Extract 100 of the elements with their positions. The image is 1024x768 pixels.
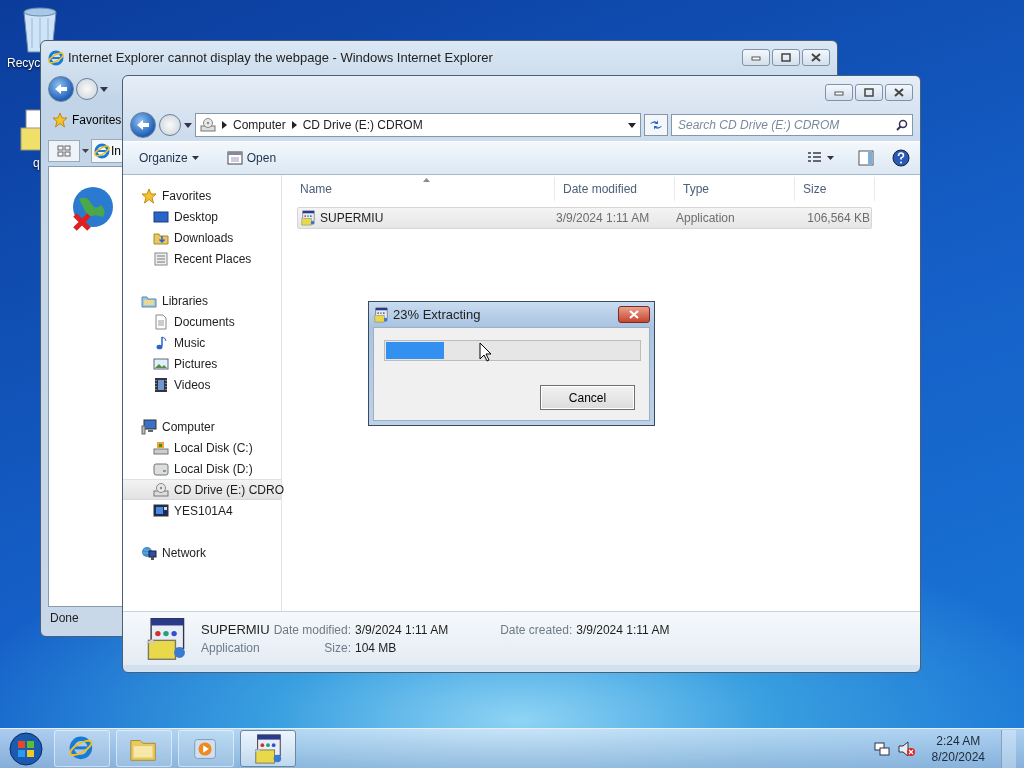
property-value: 3/9/2024 1:11 AM: [576, 622, 670, 637]
details-view-icon: [807, 151, 823, 165]
caret-icon: [191, 156, 199, 160]
favorites-button[interactable]: Favorites: [48, 112, 126, 128]
nav-item[interactable]: Downloads: [123, 227, 281, 248]
picture-icon: [153, 355, 169, 372]
back-button[interactable]: [130, 112, 156, 138]
start-orb-icon: [8, 730, 44, 767]
nav-item[interactable]: Network: [123, 542, 281, 563]
search-field[interactable]: Search CD Drive (E:) CDROM: [671, 114, 913, 136]
maximize-icon: [781, 53, 791, 62]
left-arrow-icon: [136, 119, 150, 131]
minimize-icon: [834, 89, 844, 96]
open-button[interactable]: Open: [220, 148, 283, 168]
minimize-icon: [751, 54, 761, 61]
forward-button[interactable]: [159, 114, 181, 136]
nav-item[interactable]: YES101A4: [123, 500, 281, 521]
caret-icon: [82, 149, 89, 153]
nav-item[interactable]: Music: [123, 332, 281, 353]
nav-item[interactable]: Desktop: [123, 206, 281, 227]
desktop-icon: [153, 208, 169, 225]
installer-icon: [373, 306, 389, 323]
address-bar[interactable]: Computer CD Drive (E:) CDROM: [195, 113, 641, 137]
minimize-button[interactable]: [825, 84, 853, 101]
file-type: Application: [201, 640, 261, 655]
close-button[interactable]: [885, 84, 913, 101]
minimize-button[interactable]: [742, 49, 770, 66]
browser-tab[interactable]: In: [91, 139, 124, 163]
display-icon: [153, 502, 169, 519]
column-header[interactable]: Type: [675, 177, 795, 201]
cursor-icon: [479, 342, 492, 362]
nav-item[interactable]: Videos: [123, 374, 281, 395]
clock-date[interactable]: 8/20/2024: [931, 748, 985, 765]
tab-list-button[interactable]: [48, 140, 80, 162]
nav-item[interactable]: Local Disk (D:): [123, 458, 281, 479]
back-button[interactable]: [48, 76, 74, 102]
star-icon: [52, 112, 68, 128]
chevron-icon: [291, 121, 297, 129]
nav-item[interactable]: Favorites: [123, 185, 281, 206]
nav-item[interactable]: Computer: [123, 416, 281, 437]
column-header[interactable]: Size: [795, 177, 875, 201]
property-value: 3/9/2024 1:11 AM: [355, 622, 449, 637]
muted-speaker-icon: [897, 740, 916, 757]
nav-item[interactable]: Recent Places: [123, 248, 281, 269]
close-icon: [811, 53, 821, 62]
installer-icon: [252, 732, 284, 765]
browser-logo-icon: [94, 143, 110, 159]
chevron-icon: [222, 121, 227, 129]
caret-icon: [100, 86, 108, 92]
document-icon: [153, 313, 169, 330]
close-button[interactable]: [802, 49, 830, 66]
refresh-icon: [649, 119, 663, 131]
organize-menu[interactable]: Organize: [133, 149, 205, 167]
nav-item[interactable]: Documents: [123, 311, 281, 332]
nav-item[interactable]: Libraries: [123, 290, 281, 311]
nav-item[interactable]: Local Disk (C:): [123, 437, 281, 458]
star-icon: [141, 187, 157, 204]
taskbar-button[interactable]: [240, 730, 296, 767]
installer-icon: [300, 210, 316, 226]
grid-icon: [57, 145, 71, 157]
icon-label[interactable]: q: [33, 156, 40, 170]
icon-label[interactable]: Recyc: [7, 56, 41, 70]
recent-places-icon: [153, 250, 169, 267]
left-arrow-icon: [54, 83, 68, 95]
maximize-button[interactable]: [855, 84, 883, 101]
forward-button[interactable]: [76, 78, 98, 100]
computer-icon: [141, 418, 157, 435]
close-button[interactable]: [618, 306, 650, 323]
dialog-title: 23% Extracting: [393, 307, 481, 322]
window-title: Internet Explorer cannot display the webpage - Windows Internet Explorer: [68, 50, 493, 65]
property-value: 104 MB: [355, 640, 398, 655]
property-label: Date created:: [500, 622, 573, 637]
file-name: SUPERMIU: [320, 211, 384, 225]
breadcrumb-item[interactable]: Computer: [233, 118, 286, 132]
property-label: Date modified:: [273, 622, 351, 637]
refresh-button[interactable]: [644, 114, 668, 136]
cancel-button[interactable]: Cancel: [540, 385, 635, 410]
network-icon: [873, 740, 890, 757]
file-row[interactable]: SUPERMIU 3/9/2024 1:11 AM Application 106,564 KB: [297, 207, 872, 229]
breadcrumb-item[interactable]: CD Drive (E:) CDROM: [302, 118, 423, 132]
maximize-icon: [864, 88, 874, 97]
search-icon: [896, 119, 908, 131]
maximize-button[interactable]: [772, 49, 800, 66]
column-header[interactable]: Date modified: [555, 177, 675, 201]
preview-pane-icon: [858, 150, 874, 166]
property-label: Size:: [323, 640, 351, 655]
drive-icon: [153, 460, 169, 477]
clock-time[interactable]: 2:24 AM: [936, 732, 981, 749]
film-icon: [153, 376, 169, 393]
nav-item[interactable]: Pictures: [123, 353, 281, 374]
table-cell-text: 106,564 KB: [806, 211, 870, 225]
table-cell-text: 3/9/2024 1:11 AM: [556, 211, 651, 225]
column-header[interactable]: Name: [292, 177, 555, 201]
file-name: SUPERMIU: [201, 622, 270, 637]
table-cell-text: Application: [676, 211, 736, 225]
caret-icon: [184, 122, 192, 128]
caret-icon: [628, 122, 636, 128]
help-icon: [892, 149, 910, 167]
close-icon: [629, 310, 639, 319]
caret-icon: [827, 156, 834, 160]
